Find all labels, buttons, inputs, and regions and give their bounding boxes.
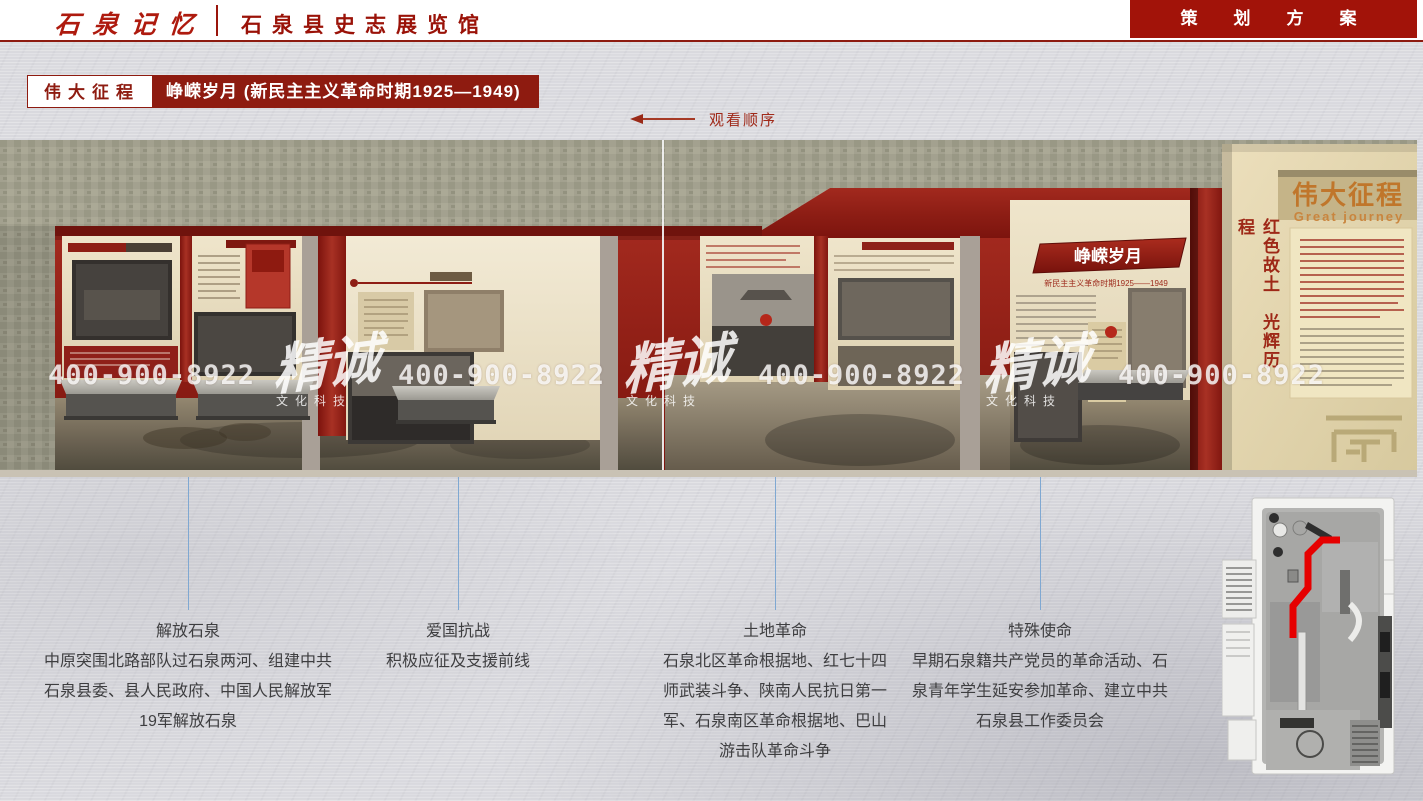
- header: 石泉记忆 石泉县史志展览馆 策划方案: [0, 0, 1423, 42]
- floor-strip: [0, 470, 1417, 477]
- timeline-title: 土地革命: [660, 617, 890, 647]
- sign-title: 峥嵘岁月: [1074, 246, 1142, 266]
- floor-plan: [1222, 482, 1417, 800]
- timeline-block-jiefang-shiquan: 解放石泉 中原突围北路部队过石泉两河、组建中共石泉县委、县人民政府、中国人民解放…: [38, 617, 338, 737]
- timeline-connector: [775, 477, 776, 610]
- site-title: 石泉县史志展览馆: [241, 9, 489, 39]
- timeline-title: 爱国抗战: [338, 617, 578, 647]
- exhibit-bay-6: 峥嵘岁月 新民主主义革命时期1925——1949: [1010, 188, 1222, 477]
- timeline-connector: [458, 477, 459, 610]
- floor-plan-stairs-left: [1222, 560, 1256, 760]
- header-divider: [216, 5, 218, 36]
- arrow-shaft: [643, 118, 695, 120]
- sign-subtitle: 新民主主义革命时期1925——1949: [1044, 278, 1168, 288]
- exhibit-bay-1: [62, 236, 192, 382]
- end-panel-title-cn: 伟大征程: [1292, 180, 1404, 210]
- timeline-block-teshu-shiming: 特殊使命 早期石泉籍共产党员的革命活动、石泉青年学生延安参加革命、建立中共石泉县…: [905, 617, 1175, 737]
- section-titlebar: 伟大征程 峥嵘岁月 (新民主主义革命时期1925—1949): [27, 75, 539, 108]
- exhibition-scene: 峥嵘岁月 新民主主义革命时期1925——1949: [0, 140, 1417, 477]
- timeline-block-tudi-geming: 土地革命 石泉北区革命根据地、红七十四师武装斗争、陕南人民抗日第一军、石泉南区革…: [660, 617, 890, 767]
- timeline-body: 石泉北区革命根据地、红七十四师武装斗争、陕南人民抗日第一军、石泉南区革命根据地、…: [660, 647, 890, 767]
- nav-plan-button[interactable]: 策划方案: [1130, 0, 1417, 38]
- timeline-title: 解放石泉: [38, 617, 338, 647]
- end-panel-side-text: 红色故土 光辉历程: [1232, 218, 1282, 376]
- arrow-left-icon: [630, 114, 643, 124]
- exhibition-hall-render: 峥嵘岁月 新民主主义革命时期1925——1949: [0, 140, 1417, 477]
- site-logo: 石泉记忆: [54, 5, 209, 41]
- exhibit-bay-4: [700, 236, 828, 382]
- view-order-indicator: 观看顺序: [630, 110, 777, 128]
- tab-current-period[interactable]: 峥嵘岁月 (新民主主义革命时期1925—1949): [153, 75, 539, 108]
- view-order-label: 观看顺序: [709, 109, 777, 130]
- timeline-title: 特殊使命: [905, 617, 1175, 647]
- panorama-divider: [662, 140, 664, 477]
- page: { "header": { "logo": "石泉记忆", "site_titl…: [0, 0, 1423, 801]
- timeline-connector: [1040, 477, 1041, 610]
- timeline-connector: [188, 477, 189, 610]
- tab-great-journey[interactable]: 伟大征程: [27, 75, 153, 108]
- timeline-block-aiguo-kangzhan: 爱国抗战 积极应征及支援前线: [338, 617, 578, 677]
- floor-plan-map: [1222, 482, 1417, 800]
- timeline-body: 积极应征及支援前线: [338, 647, 578, 677]
- timeline-body: 中原突围北路部队过石泉两河、组建中共石泉县委、县人民政府、中国人民解放军19军解…: [38, 647, 338, 737]
- end-panel-title-en: Great journey: [1294, 209, 1405, 224]
- timeline-body: 早期石泉籍共产党员的革命活动、石泉青年学生延安参加革命、建立中共石泉县工作委员会: [905, 647, 1175, 737]
- exhibit-bay-3: [346, 236, 618, 470]
